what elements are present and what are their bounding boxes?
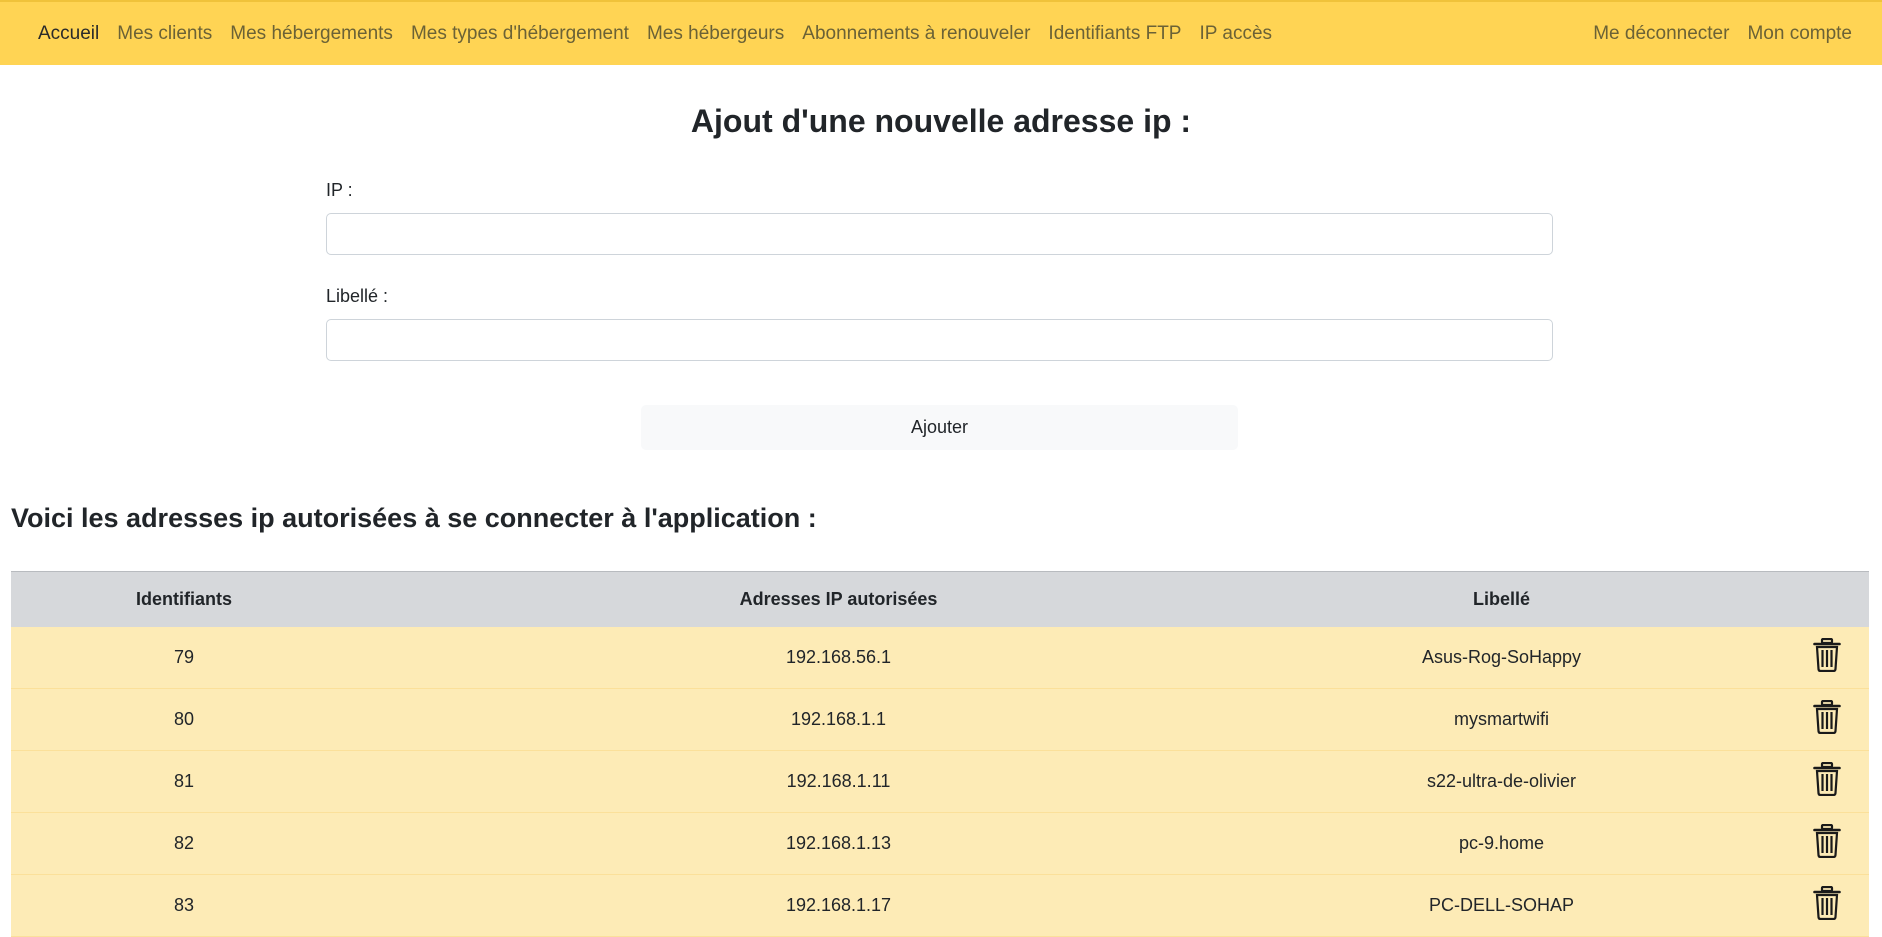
- cell-id: 82: [11, 812, 357, 875]
- table-header-row: Identifiants Adresses IP autorisées Libe…: [11, 571, 1869, 627]
- nav-link-deconnecter[interactable]: Me déconnecter: [1593, 23, 1729, 45]
- cell-actions: [1683, 812, 1869, 875]
- trash-icon: [1813, 761, 1841, 797]
- cell-ip: 192.168.1.11: [357, 750, 1320, 813]
- cell-actions: [1683, 874, 1869, 937]
- libelle-input[interactable]: [326, 319, 1553, 361]
- nav-right: Me déconnecter Mon compte: [1575, 23, 1852, 45]
- cell-libelle: PC-DELL-SOHAP: [1320, 874, 1683, 937]
- table-body: 79 192.168.56.1 Asus-Rog-SoHappy 80 192.…: [11, 626, 1869, 937]
- list-title: Voici les adresses ip autorisées à se co…: [11, 503, 817, 533]
- header-actions: [1683, 571, 1869, 627]
- header-libelle: Libellé: [1320, 571, 1683, 627]
- nav-link-abonnements[interactable]: Abonnements à renouveler: [802, 23, 1030, 45]
- delete-button[interactable]: [1683, 885, 1841, 925]
- nav-left: Accueil Mes clients Mes hébergements Mes…: [38, 23, 1290, 45]
- ip-input[interactable]: [326, 213, 1553, 255]
- cell-id: 83: [11, 874, 357, 937]
- cell-id: 81: [11, 750, 357, 813]
- delete-button[interactable]: [1683, 823, 1841, 863]
- ip-label: IP :: [326, 180, 353, 200]
- cell-ip: 192.168.1.13: [357, 812, 1320, 875]
- table-row: 80 192.168.1.1 mysmartwifi: [11, 688, 1869, 751]
- nav-link-mes-hebergements[interactable]: Mes hébergements: [230, 23, 393, 45]
- delete-button[interactable]: [1683, 761, 1841, 801]
- trash-icon: [1813, 885, 1841, 921]
- table-row: 82 192.168.1.13 pc-9.home: [11, 812, 1869, 875]
- nav-link-accueil[interactable]: Accueil: [38, 23, 99, 45]
- nav-link-mes-clients[interactable]: Mes clients: [117, 23, 212, 45]
- ip-table: Identifiants Adresses IP autorisées Libe…: [11, 571, 1869, 937]
- libelle-label: Libellé :: [326, 286, 389, 306]
- nav-link-mes-hebergeurs[interactable]: Mes hébergeurs: [647, 23, 784, 45]
- trash-icon: [1813, 699, 1841, 735]
- delete-button[interactable]: [1683, 637, 1841, 677]
- cell-actions: [1683, 626, 1869, 689]
- header-adresses-ip: Adresses IP autorisées: [357, 571, 1320, 627]
- cell-id: 79: [11, 626, 357, 689]
- cell-libelle: s22-ultra-de-olivier: [1320, 750, 1683, 813]
- trash-icon: [1813, 823, 1841, 859]
- table-row: 79 192.168.56.1 Asus-Rog-SoHappy: [11, 626, 1869, 689]
- nav-link-ip-acces[interactable]: IP accès: [1199, 23, 1272, 45]
- cell-actions: [1683, 750, 1869, 813]
- form-title: Ajout d'une nouvelle adresse ip :: [690, 103, 1192, 139]
- cell-libelle: Asus-Rog-SoHappy: [1320, 626, 1683, 689]
- cell-id: 80: [11, 688, 357, 751]
- cell-ip: 192.168.1.17: [357, 874, 1320, 937]
- delete-button[interactable]: [1683, 699, 1841, 739]
- top-navbar: Accueil Mes clients Mes hébergements Mes…: [0, 0, 1882, 65]
- cell-ip: 192.168.1.1: [357, 688, 1320, 751]
- cell-libelle: pc-9.home: [1320, 812, 1683, 875]
- nav-link-mon-compte[interactable]: Mon compte: [1747, 23, 1852, 45]
- table-row: 81 192.168.1.11 s22-ultra-de-olivier: [11, 750, 1869, 813]
- cell-actions: [1683, 688, 1869, 751]
- nav-link-identifiants-ftp[interactable]: Identifiants FTP: [1048, 23, 1181, 45]
- table-row: 83 192.168.1.17 PC-DELL-SOHAP: [11, 874, 1869, 937]
- cell-ip: 192.168.56.1: [357, 626, 1320, 689]
- nav-link-mes-types-hebergement[interactable]: Mes types d'hébergement: [411, 23, 629, 45]
- header-identifiants: Identifiants: [11, 571, 357, 627]
- cell-libelle: mysmartwifi: [1320, 688, 1683, 751]
- trash-icon: [1813, 637, 1841, 672]
- add-button[interactable]: Ajouter: [641, 405, 1238, 450]
